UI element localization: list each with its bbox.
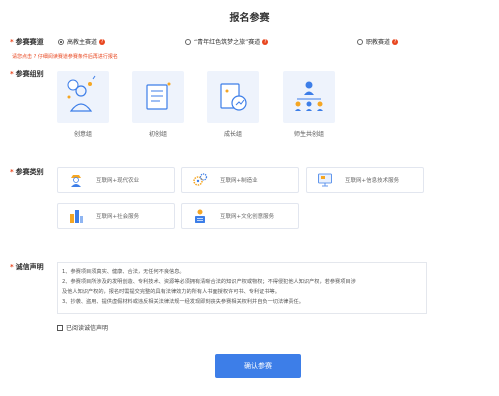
declaration-line: 3、抄袭、盗用、提供虚假材料或违反相关法律法规一经发现即刻丧失参赛相关权利并自负… [62,299,304,305]
category-name: 互联网+制造业 [220,178,258,184]
city-icon [70,210,83,223]
checkbox-icon[interactable] [57,324,63,331]
info-icon[interactable]: ? [262,38,269,45]
group-name-idea: 创意组 [73,131,92,138]
track-option-vocational[interactable]: 职教赛道? [357,37,399,46]
group-tile-idea[interactable] [57,71,109,123]
idea-person-icon [67,75,96,112]
group-tile-teacher-student[interactable] [283,71,335,123]
category-card-agriculture[interactable]: 互联网+现代农业 [57,167,175,193]
category-card-it-services[interactable]: 互联网+信息技术服务 [306,167,424,193]
page-title: 报名参赛 [229,13,270,24]
category-card-social-services[interactable]: 互联网+社会服务 [57,203,175,229]
declaration-box: 1、参赛项目须真实、健康、合法，无任何不良信息。 2、参赛项目所涉及的发明创造、… [57,262,427,314]
reader-icon [195,209,205,223]
checkbox-label: 已阅读诚信声明 [66,325,109,332]
group-name-teacher-student: 师生共创组 [293,131,324,138]
info-icon[interactable]: ? [392,38,399,45]
gears-icon [193,173,208,186]
declaration-line: 2、参赛项目所涉及的发明创造、专利技术、资源等必须拥有清晰合法的知识产权或物权；… [62,279,356,285]
team-icon [295,81,323,111]
farmer-icon [71,175,81,187]
track-option-higher-ed[interactable]: 高教主赛道? [58,37,106,46]
monitor-icon [318,173,332,187]
track-hint: 请您点击 ? 仔细阅读赛道参赛条件后再进行报名 [12,54,118,60]
category-name: 互联网+现代农业 [96,178,140,184]
category-card-culture-creative[interactable]: 互联网+文化创意服务 [181,203,299,229]
declaration-line: 及他人知识产权的，报名时需提交完整的具有法律效力的所有人书面授权许可书、专利证书… [62,289,280,295]
category-name: 互联网+社会服务 [96,214,140,220]
group-name-growth: 成长组 [223,131,242,138]
document-icon [146,82,171,110]
category-label: * 参赛类别 [10,168,44,176]
radio-icon [185,38,191,45]
confirm-button[interactable]: 确认参赛 [215,354,301,378]
category-name: 互联网+文化创意服务 [220,214,275,220]
declaration-label: * 诚信声明 [10,263,44,271]
category-card-manufacturing[interactable]: 互联网+制造业 [181,167,299,193]
declaration-checkbox[interactable]: 已阅读诚信声明 [57,323,108,332]
track-label: * 参赛赛道 [10,38,44,46]
track-option-red-journey[interactable]: “青年红色筑梦之旅”赛道? [185,37,269,46]
info-icon[interactable]: ? [99,38,106,45]
group-label: * 参赛组别 [10,70,44,78]
declaration-line: 1、参赛项目须真实、健康、合法，无任何不良信息。 [62,269,185,275]
radio-selected-icon [58,38,64,45]
category-name: 互联网+信息技术服务 [345,178,400,184]
radio-icon [357,38,363,45]
group-name-startup: 初创组 [148,131,167,138]
group-tile-startup[interactable] [132,71,184,123]
group-tile-growth[interactable] [207,71,259,123]
growth-chart-icon [220,83,247,111]
